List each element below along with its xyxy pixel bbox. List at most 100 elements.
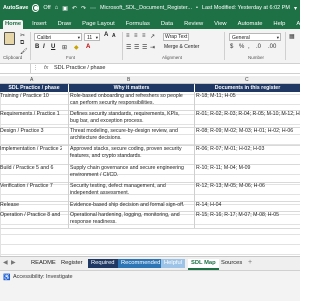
- format-painter-icon[interactable]: 🖌: [20, 48, 28, 55]
- orientation-icon[interactable]: ↗: [150, 33, 155, 40]
- font-color-icon[interactable]: A: [86, 44, 90, 50]
- why-cell[interactable]: Security testing, defect management, and…: [70, 183, 188, 197]
- worksheet[interactable]: SDL Practice / phase Why it matters Docu…: [0, 84, 300, 256]
- wrap-text-button[interactable]: Wrap Text: [163, 33, 190, 41]
- header-cell-practice[interactable]: SDL Practice / phase: [0, 84, 68, 92]
- menu-tab-view[interactable]: View: [212, 20, 228, 29]
- sheet-tab-register[interactable]: Register: [58, 259, 86, 268]
- fill-color-icon[interactable]: ◆: [74, 44, 79, 51]
- middle-align-icon[interactable]: ≡: [134, 33, 138, 39]
- merge-center-button[interactable]: Merge & Center: [163, 44, 200, 50]
- font-name-select[interactable]: Calibri ▾: [34, 33, 82, 41]
- table-row[interactable]: Design / Practice 3 Threat modeling, secu…: [0, 127, 300, 146]
- documents-cell[interactable]: R-08; R-09; M-02; M-03; H-01; H-02; H-06: [196, 128, 300, 135]
- practice-cell[interactable]: Implementation / Practice 2: [0, 146, 62, 153]
- table-row[interactable]: Verification / Practice 7 Security testin…: [0, 182, 300, 202]
- why-cell[interactable]: Evidence-based ship decision and formal …: [70, 202, 188, 209]
- table-row[interactable]: Build / Practice 5 and 6 Supply chain gov…: [0, 164, 300, 183]
- save-icon[interactable]: ▣: [62, 5, 68, 12]
- comma-icon[interactable]: ,: [248, 44, 250, 50]
- underline-icon[interactable]: U: [51, 44, 55, 50]
- sheet-tab-sdl-map[interactable]: SDL Map: [188, 259, 219, 270]
- why-cell[interactable]: Role-based onboarding and refreshers so …: [70, 93, 188, 107]
- practice-cell[interactable]: Verification / Practice 7: [0, 183, 62, 190]
- column-header[interactable]: B: [127, 77, 130, 83]
- documents-cell[interactable]: R-12; R-13; M-05; M-06; H-06: [196, 183, 300, 190]
- menu-tab-page-layout[interactable]: Page Layout: [80, 20, 117, 29]
- formula-options-icon[interactable]: ⋮: [33, 65, 38, 71]
- why-cell[interactable]: Defines security standards, requirements…: [70, 111, 188, 125]
- documents-cell[interactable]: R-14; H-04: [196, 202, 300, 209]
- documents-cell[interactable]: R-06; R-07; M-01; H-02; H-03: [196, 146, 300, 153]
- menu-tab-acrobat[interactable]: Acrobat: [294, 20, 318, 29]
- paste-button[interactable]: [2, 32, 16, 50]
- sheet-tab-required[interactable]: Required: [88, 259, 118, 268]
- menu-tab-home[interactable]: Home: [3, 20, 24, 29]
- autosave-toggle[interactable]: [32, 4, 40, 12]
- why-cell[interactable]: Approved stacks, secure coding, proven s…: [70, 146, 188, 160]
- prev-sheet-icon[interactable]: ◀: [3, 259, 8, 266]
- increase-font-icon[interactable]: A: [104, 32, 108, 38]
- sheet-tab-recommended[interactable]: Recommended: [118, 259, 164, 268]
- table-row[interactable]: Implementation / Practice 2 Approved stac…: [0, 145, 300, 165]
- table-row[interactable]: Operation / Practice 8 and 9 Operational …: [0, 211, 300, 229]
- column-header[interactable]: A: [30, 77, 33, 83]
- documents-cell[interactable]: R-01; R-02; R-03; R-04; R-05; M-10; M-12…: [196, 111, 300, 118]
- borders-icon[interactable]: ⊞: [62, 44, 67, 51]
- accessibility-status[interactable]: Accessibility: Investigate: [13, 274, 73, 280]
- copy-icon[interactable]: ⧉: [20, 40, 24, 47]
- italic-icon[interactable]: I: [43, 44, 45, 50]
- menu-tab-draw[interactable]: Draw: [56, 20, 74, 29]
- font-size-select[interactable]: 11 ▾: [84, 33, 100, 41]
- name-box[interactable]: [0, 64, 31, 73]
- cut-icon[interactable]: ✂: [20, 32, 25, 39]
- header-cell-why[interactable]: Why it matters: [69, 84, 194, 92]
- align-left-icon[interactable]: ☰: [126, 44, 131, 51]
- fx-icon[interactable]: fx: [44, 65, 48, 71]
- next-sheet-icon[interactable]: ▶: [11, 259, 16, 266]
- chevron-down-icon[interactable]: ▾: [294, 5, 297, 12]
- menu-tab-review[interactable]: Review: [182, 20, 205, 29]
- align-right-icon[interactable]: ☰: [142, 44, 147, 51]
- sheet-tab-helpful[interactable]: Helpful: [161, 259, 186, 268]
- conditional-format-icon[interactable]: ▦: [289, 33, 295, 40]
- menu-tab-data[interactable]: Data: [159, 20, 175, 29]
- practice-cell[interactable]: Operation / Practice 8 and 9: [0, 212, 62, 219]
- documents-cell[interactable]: R-15; R-16; R-17; M-07; M-08; H-05: [196, 212, 300, 219]
- percent-icon[interactable]: %: [239, 44, 244, 50]
- table-row[interactable]: Requirements / Practice 1 Defines securit…: [0, 110, 300, 128]
- sheet-tab-sources[interactable]: Sources: [218, 259, 245, 268]
- menu-tab-formulas[interactable]: Formulas: [124, 20, 152, 29]
- menu-tab-insert[interactable]: Insert: [30, 20, 49, 29]
- menu-tab-help[interactable]: Help: [271, 20, 287, 29]
- practice-cell[interactable]: Training / Practice 10: [0, 93, 62, 100]
- decrease-decimal-icon[interactable]: .00: [268, 44, 276, 50]
- home-icon[interactable]: ⌂: [55, 5, 59, 11]
- documents-cell[interactable]: R-18; M-11; H-05: [196, 93, 300, 100]
- redo-icon[interactable]: ↷: [81, 5, 86, 12]
- bold-icon[interactable]: B: [35, 44, 39, 50]
- menu-tab-automate[interactable]: Automate: [236, 20, 265, 29]
- decrease-font-icon[interactable]: A: [112, 33, 116, 39]
- indent-icon[interactable]: ⇥: [150, 44, 155, 51]
- why-cell[interactable]: Operational hardening, logging, monitori…: [70, 212, 188, 226]
- practice-cell[interactable]: Release: [0, 202, 62, 209]
- undo-icon[interactable]: ↶: [72, 5, 77, 12]
- bottom-align-icon[interactable]: ≡: [142, 33, 146, 39]
- header-cell-documents[interactable]: Documents in this register: [195, 84, 300, 92]
- documents-cell[interactable]: R-10; R-11; M-04; M-09: [196, 165, 300, 172]
- practice-cell[interactable]: Requirements / Practice 1: [0, 111, 62, 118]
- sheet-tab-readme[interactable]: README: [28, 259, 59, 268]
- number-format-select[interactable]: General ▾: [229, 33, 281, 41]
- practice-cell[interactable]: Design / Practice 3: [0, 128, 62, 135]
- align-center-icon[interactable]: ☰: [134, 44, 139, 51]
- formula-input[interactable]: SDL Practice / phase: [54, 65, 105, 71]
- more-icon[interactable]: ⋯: [90, 5, 96, 12]
- increase-decimal-icon[interactable]: .0: [256, 44, 261, 50]
- table-row[interactable]: Training / Practice 10 Role-based onboard…: [0, 92, 300, 111]
- practice-cell[interactable]: Build / Practice 5 and 6: [0, 165, 62, 172]
- add-sheet-icon[interactable]: +: [248, 259, 252, 266]
- top-align-icon[interactable]: ≡: [126, 33, 130, 39]
- currency-icon[interactable]: $: [230, 44, 233, 50]
- column-header[interactable]: C: [245, 77, 249, 83]
